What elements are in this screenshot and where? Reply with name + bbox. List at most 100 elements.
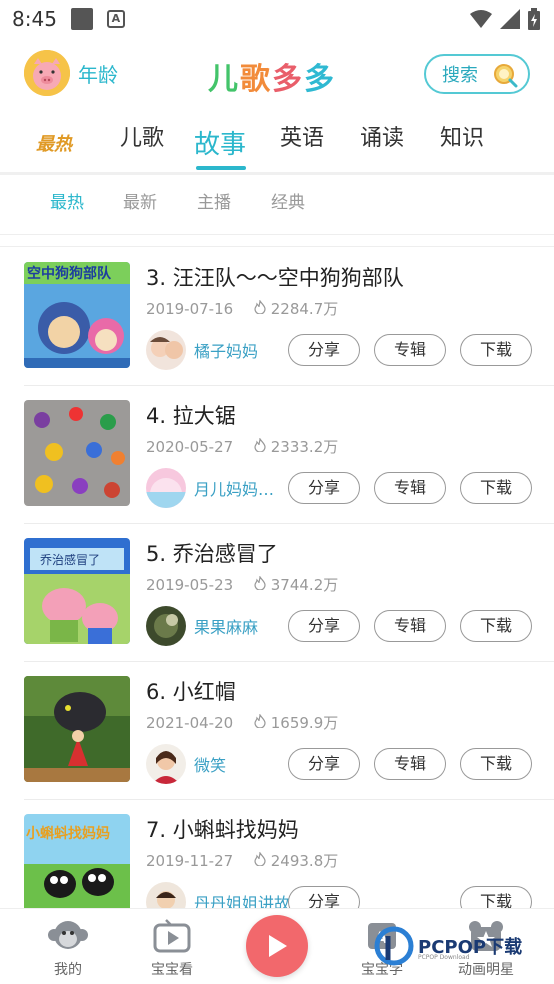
story-plays: 2493.8万 — [270, 852, 339, 870]
notification-square-icon — [70, 8, 93, 30]
status-bar: 8:45 A — [0, 0, 554, 38]
story-author[interactable]: 果果麻麻 — [146, 606, 258, 646]
divider — [0, 246, 554, 247]
app-header: 年龄 儿歌多多 搜索 — [0, 44, 554, 108]
download-button[interactable]: 下载 — [460, 886, 532, 908]
flame-icon — [254, 299, 266, 318]
list-item[interactable]: 空中狗狗部队 3. 汪汪队～～空中狗狗部队 2019-07-16 2284.7万… — [0, 248, 554, 386]
tab-knowledge[interactable]: 知识 — [440, 120, 484, 152]
age-selector[interactable]: 年龄 — [24, 50, 118, 96]
story-date: 2021-04-20 — [146, 714, 234, 732]
story-meta: 2019-11-27 2493.8万 — [146, 850, 338, 871]
list-item[interactable]: 4. 拉大锯 2020-05-27 2333.2万 月儿妈妈讲故事 分享 专辑 … — [0, 386, 554, 524]
story-thumbnail: 乔治感冒了 — [24, 538, 130, 644]
story-date: 2019-05-23 — [146, 576, 234, 594]
author-name: 微笑 — [194, 756, 227, 775]
watermark: PCPOP下载 PCPOP Download — [374, 926, 522, 966]
story-list: 空中狗狗部队 3. 汪汪队～～空中狗狗部队 2019-07-16 2284.7万… — [0, 248, 554, 908]
age-label: 年龄 — [78, 62, 118, 87]
nav-mine[interactable]: 我的 — [28, 919, 108, 979]
share-button[interactable]: 分享 — [288, 748, 360, 780]
list-item[interactable]: 小蝌蚪找妈妈 7. 小蝌蚪找妈妈 2019-11-27 2493.8万 丹丹姐姐… — [0, 800, 554, 908]
subtab-classic[interactable]: 经典 — [271, 188, 305, 213]
share-button[interactable]: 分享 — [288, 472, 360, 504]
nav-watch[interactable]: 宝宝看 — [132, 919, 212, 979]
download-button[interactable]: 下载 — [460, 472, 532, 504]
status-icons — [470, 8, 540, 30]
author-avatar — [146, 468, 186, 508]
story-thumbnail — [24, 676, 130, 782]
share-button[interactable]: 分享 — [288, 334, 360, 366]
story-meta: 2020-05-27 2333.2万 — [146, 436, 338, 457]
nav-watch-label: 宝宝看 — [151, 962, 193, 978]
story-title: 7. 小蝌蚪找妈妈 — [146, 818, 299, 842]
story-author[interactable]: 橘子妈妈 — [146, 330, 258, 370]
album-button[interactable]: 专辑 — [374, 610, 446, 642]
tab-hot[interactable]: 最热 — [36, 130, 72, 156]
story-date: 2020-05-27 — [146, 438, 234, 456]
tv-play-icon — [153, 919, 191, 953]
thumb-text: 乔治感冒了 — [40, 552, 100, 567]
logo-char: 儿 — [208, 62, 240, 97]
download-button[interactable]: 下载 — [460, 748, 532, 780]
search-button[interactable]: 搜索 — [424, 54, 530, 94]
download-button[interactable]: 下载 — [460, 334, 532, 366]
story-title: 3. 汪汪队～～空中狗狗部队 — [146, 266, 404, 290]
author-name: 橘子妈妈 — [194, 342, 259, 361]
flame-icon — [254, 575, 266, 594]
story-plays: 3744.2万 — [270, 576, 339, 594]
download-button[interactable]: 下载 — [460, 610, 532, 642]
tab-songs[interactable]: 儿歌 — [120, 120, 164, 152]
flame-icon — [254, 713, 266, 732]
album-button[interactable]: 专辑 — [374, 748, 446, 780]
list-item[interactable]: 6. 小红帽 2021-04-20 1659.9万 微笑 分享 专辑 下载 — [0, 662, 554, 800]
logo-char: 多 — [272, 62, 304, 97]
wifi-icon — [470, 10, 492, 28]
search-icon — [494, 64, 518, 88]
battery-icon — [528, 8, 540, 30]
share-button[interactable]: 分享 — [288, 610, 360, 642]
author-avatar — [146, 744, 186, 784]
thumb-text: 小蝌蚪找妈妈 — [26, 825, 110, 842]
story-author[interactable]: 微笑 — [146, 744, 226, 784]
album-button[interactable]: 专辑 — [374, 472, 446, 504]
story-plays: 2333.2万 — [270, 438, 339, 456]
search-label: 搜索 — [442, 65, 478, 86]
story-plays: 1659.9万 — [270, 714, 339, 732]
story-meta: 2019-05-23 3744.2万 — [146, 574, 338, 595]
list-item[interactable]: 乔治感冒了 5. 乔治感冒了 2019-05-23 3744.2万 果果麻麻 分… — [0, 524, 554, 662]
subtab-hosts[interactable]: 主播 — [197, 188, 231, 213]
story-title: 5. 乔治感冒了 — [146, 542, 278, 566]
author-name: 月儿妈妈讲故事 — [194, 480, 280, 499]
album-button[interactable]: 专辑 — [374, 334, 446, 366]
story-author[interactable]: 月儿妈妈讲故事 — [146, 468, 280, 508]
thumb-text: 空中狗狗部队 — [27, 265, 112, 282]
sub-tabs: 最热 最新 主播 经典 — [0, 188, 554, 220]
nav-mine-label: 我的 — [54, 962, 82, 978]
story-title: 6. 小红帽 — [146, 680, 236, 704]
story-thumbnail — [24, 400, 130, 506]
logo-char: 歌 — [240, 62, 272, 97]
subtab-hot[interactable]: 最热 — [50, 188, 84, 213]
logo-char: 多 — [304, 62, 336, 97]
tab-recite[interactable]: 诵读 — [360, 120, 404, 152]
divider — [0, 234, 554, 235]
author-name: 果果麻麻 — [194, 618, 259, 637]
main-tabs: 最热 儿歌 故事 英语 诵读 知识 — [0, 120, 554, 172]
author-avatar — [146, 882, 186, 908]
story-meta: 2019-07-16 2284.7万 — [146, 298, 338, 319]
story-plays: 2284.7万 — [270, 300, 339, 318]
active-tab-indicator — [196, 166, 246, 170]
subtab-latest[interactable]: 最新 — [123, 188, 157, 213]
author-avatar — [146, 330, 186, 370]
story-thumbnail: 小蝌蚪找妈妈 — [24, 814, 130, 908]
play-button[interactable] — [246, 915, 308, 977]
status-time: 8:45 — [12, 7, 57, 31]
tab-english[interactable]: 英语 — [280, 120, 324, 152]
share-button[interactable]: 分享 — [288, 886, 360, 908]
story-author[interactable]: 丹丹姐姐讲故事 — [146, 882, 306, 908]
notification-a-icon: A — [106, 10, 125, 28]
signal-icon — [500, 9, 520, 29]
tab-stories[interactable]: 故事 — [194, 124, 246, 161]
author-avatar — [146, 606, 186, 646]
